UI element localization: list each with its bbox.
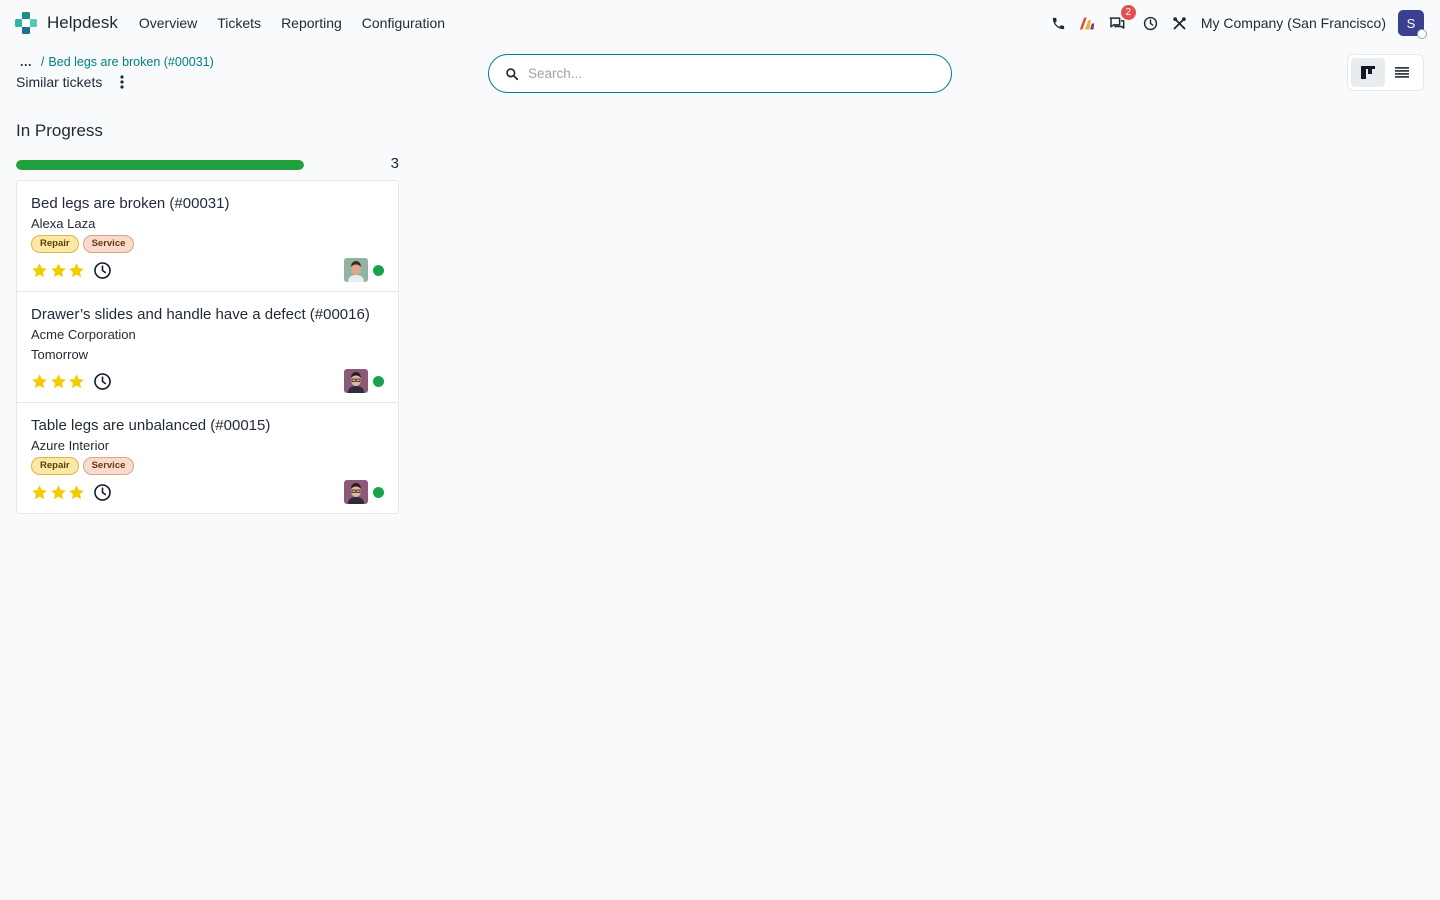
card-right (344, 369, 384, 393)
star-icon[interactable] (68, 373, 85, 390)
ticket-customer: Azure Interior (31, 438, 110, 453)
card-footer (31, 480, 384, 504)
kanban-state-dot[interactable] (373, 486, 384, 498)
search-bar (488, 54, 952, 93)
column-title[interactable]: In Progress (16, 118, 399, 144)
user-initial: S (1406, 15, 1416, 31)
tag-repair: Repair (31, 235, 79, 253)
ticket-card[interactable]: Table legs are unbalanced (#00015) Azure… (17, 403, 398, 513)
activity-clock-icon[interactable] (93, 372, 112, 391)
ai-icon[interactable] (1079, 14, 1097, 32)
ticket-customer: Alexa Laza (31, 216, 96, 231)
ticket-tags: Repair Service (31, 457, 384, 475)
card-right (344, 480, 384, 504)
breadcrumb-separator: / (40, 55, 45, 69)
list-icon (1395, 67, 1409, 78)
priority-stars (31, 373, 87, 390)
ticket-title: Table legs are unbalanced (#00015) (31, 417, 271, 434)
star-icon[interactable] (50, 373, 67, 390)
star-icon[interactable] (31, 373, 48, 390)
star-icon[interactable] (68, 484, 85, 501)
messages-icon[interactable]: 2 (1108, 5, 1136, 32)
star-icon[interactable] (50, 262, 67, 279)
menu-tickets[interactable]: Tickets (217, 15, 261, 31)
kanban-column: In Progress 3 Bed legs are broken (#0003… (16, 118, 399, 514)
page-title: Similar tickets (16, 74, 103, 90)
priority-stars (31, 262, 87, 279)
assignee-avatar[interactable] (344, 480, 368, 504)
main-menu: Overview Tickets Reporting Configuration (139, 15, 465, 31)
activity-clock-icon[interactable] (1142, 14, 1160, 32)
kanban-view-button[interactable] (1351, 58, 1385, 87)
menu-configuration[interactable]: Configuration (362, 15, 445, 31)
phone-icon[interactable] (1050, 14, 1068, 32)
priority-stars (31, 484, 87, 501)
ticket-card[interactable]: Bed legs are broken (#00031) Alexa Laza … (17, 181, 398, 292)
card-footer (31, 369, 384, 393)
ticket-deadline: Tomorrow (31, 347, 89, 362)
debug-tools-icon[interactable] (1171, 14, 1189, 32)
star-icon[interactable] (50, 484, 67, 501)
breadcrumb-current-ticket[interactable]: Bed legs are broken (#00031) (48, 55, 213, 69)
top-navbar: Helpdesk Overview Tickets Reporting Conf… (0, 0, 1440, 46)
messages-badge: 2 (1120, 5, 1136, 20)
app-brand[interactable]: Helpdesk (14, 11, 118, 35)
activity-clock-icon[interactable] (93, 483, 112, 502)
menu-overview[interactable]: Overview (139, 15, 197, 31)
card-list: Bed legs are broken (#00031) Alexa Laza … (16, 180, 399, 514)
ticket-customer: Acme Corporation (31, 327, 136, 342)
tag-repair: Repair (31, 457, 79, 475)
list-view-button[interactable] (1385, 58, 1419, 87)
ticket-title: Drawer’s slides and handle have a defect… (31, 306, 370, 323)
view-switcher (1347, 54, 1424, 91)
star-icon[interactable] (31, 262, 48, 279)
card-footer (31, 258, 384, 282)
progress-fill (16, 160, 304, 170)
star-icon[interactable] (31, 484, 48, 501)
activity-clock-icon[interactable] (93, 261, 112, 280)
search-input[interactable] (528, 66, 928, 81)
kanban-state-dot[interactable] (373, 264, 384, 276)
assignee-avatar[interactable] (344, 258, 368, 282)
ticket-title: Bed legs are broken (#00031) (31, 195, 230, 212)
breadcrumb: ... / Bed legs are broken (#00031) (16, 53, 214, 71)
user-status-icon (1417, 29, 1427, 39)
breadcrumb-ellipsis[interactable]: ... (20, 55, 32, 69)
progress-bar[interactable] (16, 160, 304, 170)
systray: 2 My Company (San Francisco) S (1039, 0, 1427, 46)
menu-reporting[interactable]: Reporting (281, 15, 342, 31)
app-name: Helpdesk (47, 13, 118, 32)
kanban-state-dot[interactable] (373, 375, 384, 387)
user-avatar[interactable]: S (1398, 10, 1427, 39)
column-progress: 3 (16, 155, 399, 173)
company-switcher[interactable]: My Company (San Francisco) (1201, 15, 1386, 31)
tag-service: Service (82, 457, 135, 475)
ticket-card[interactable]: Drawer’s slides and handle have a defect… (17, 292, 398, 403)
actions-menu-icon[interactable] (117, 75, 127, 89)
search-icon (506, 67, 519, 80)
page-title-row: Similar tickets (16, 72, 127, 92)
column-count: 3 (390, 155, 399, 172)
star-icon[interactable] (68, 262, 85, 279)
assignee-avatar[interactable] (344, 369, 368, 393)
tag-service: Service (82, 235, 135, 253)
ticket-tags: Repair Service (31, 235, 384, 253)
helpdesk-logo-icon (15, 12, 37, 34)
kanban-icon (1361, 66, 1375, 79)
card-right (344, 258, 384, 282)
